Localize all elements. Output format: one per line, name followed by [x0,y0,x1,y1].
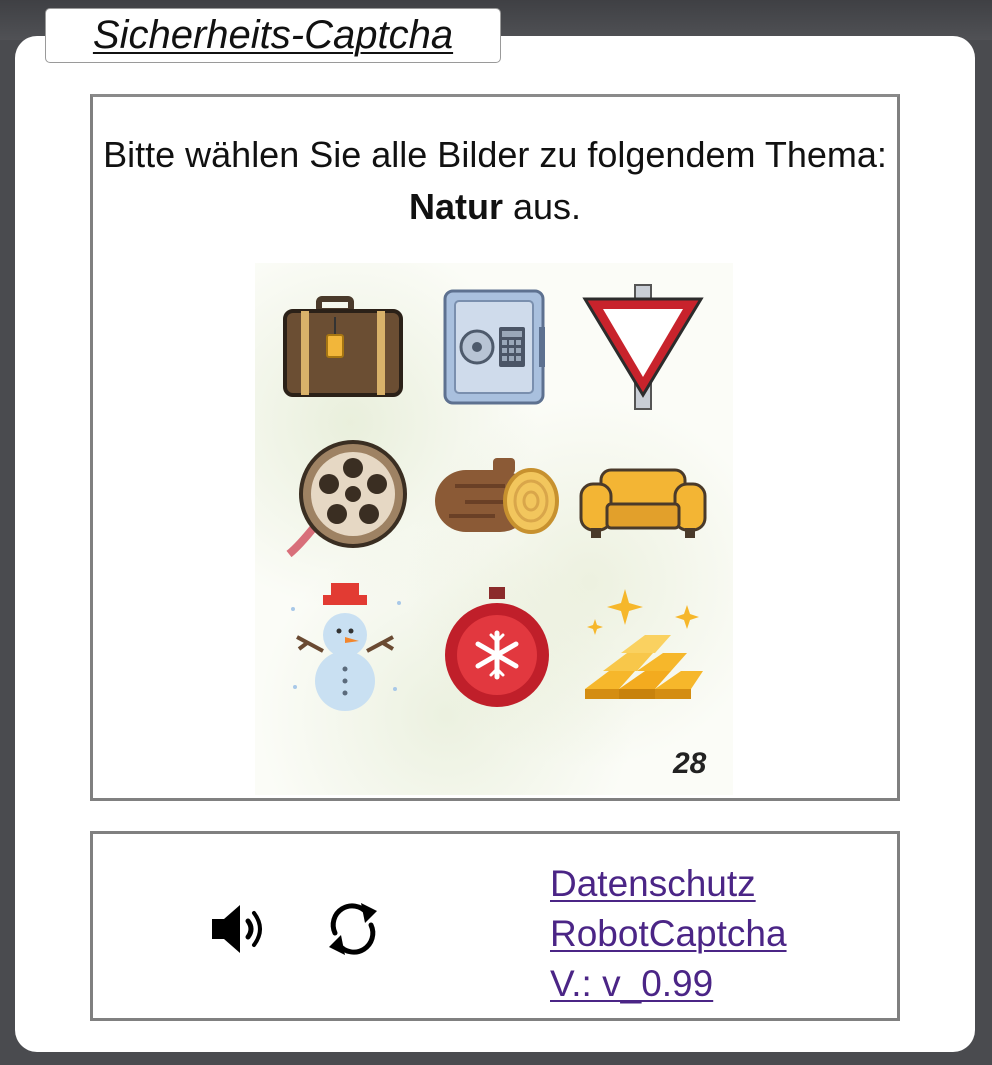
grid-cell-suitcase[interactable] [265,277,405,417]
dialog-title-tab: Sicherheits-Captcha [45,8,501,63]
refresh-icon [329,903,377,955]
captcha-controls-box: Datenschutz RobotCaptcha V.: v_0.99 [90,831,900,1021]
dialog-title: Sicherheits-Captcha [92,13,454,57]
grid-cell-safe[interactable] [423,277,563,417]
log-icon [435,458,559,534]
christmas-ornament-icon [445,587,549,707]
snowman-icon [291,583,401,711]
instruction-text: Bitte wählen Sie alle Bilder zu folgende… [103,134,887,175]
grid-cell-sofa[interactable] [573,428,713,568]
version-link[interactable]: V.: v_0.99 [550,959,787,1009]
refresh-button[interactable] [323,899,383,959]
grid-cell-christmas-ornament[interactable] [427,579,567,719]
speaker-icon [212,905,262,953]
captcha-image-grid: 28 [255,263,733,795]
safe-icon [443,289,545,405]
robotcaptcha-link[interactable]: RobotCaptcha [550,909,787,959]
suitcase-icon [283,296,403,397]
grid-cell-gold-bars[interactable] [575,579,715,719]
grid-cell-yield-sign[interactable] [573,277,713,417]
yield-sign-icon [582,284,704,410]
instruction-suffix: aus. [502,186,582,227]
instruction-topic: Natur [408,186,503,227]
grid-cell-log[interactable] [425,428,565,568]
captcha-instruction: Bitte wählen Sie alle Bilder zu folgende… [93,129,897,233]
audio-button[interactable] [208,899,268,959]
grid-cell-snowman[interactable] [279,579,419,719]
sofa-icon [579,468,707,538]
captcha-challenge-box: Bitte wählen Sie alle Bilder zu folgende… [90,94,900,801]
gold-bars-icon [585,589,703,699]
captcha-image-number: 28 [673,747,707,780]
captcha-links: Datenschutz RobotCaptcha V.: v_0.99 [550,859,787,1009]
film-reel-icon [286,440,407,558]
privacy-link[interactable]: Datenschutz [550,859,787,909]
grid-cell-film-reel[interactable] [279,428,419,568]
